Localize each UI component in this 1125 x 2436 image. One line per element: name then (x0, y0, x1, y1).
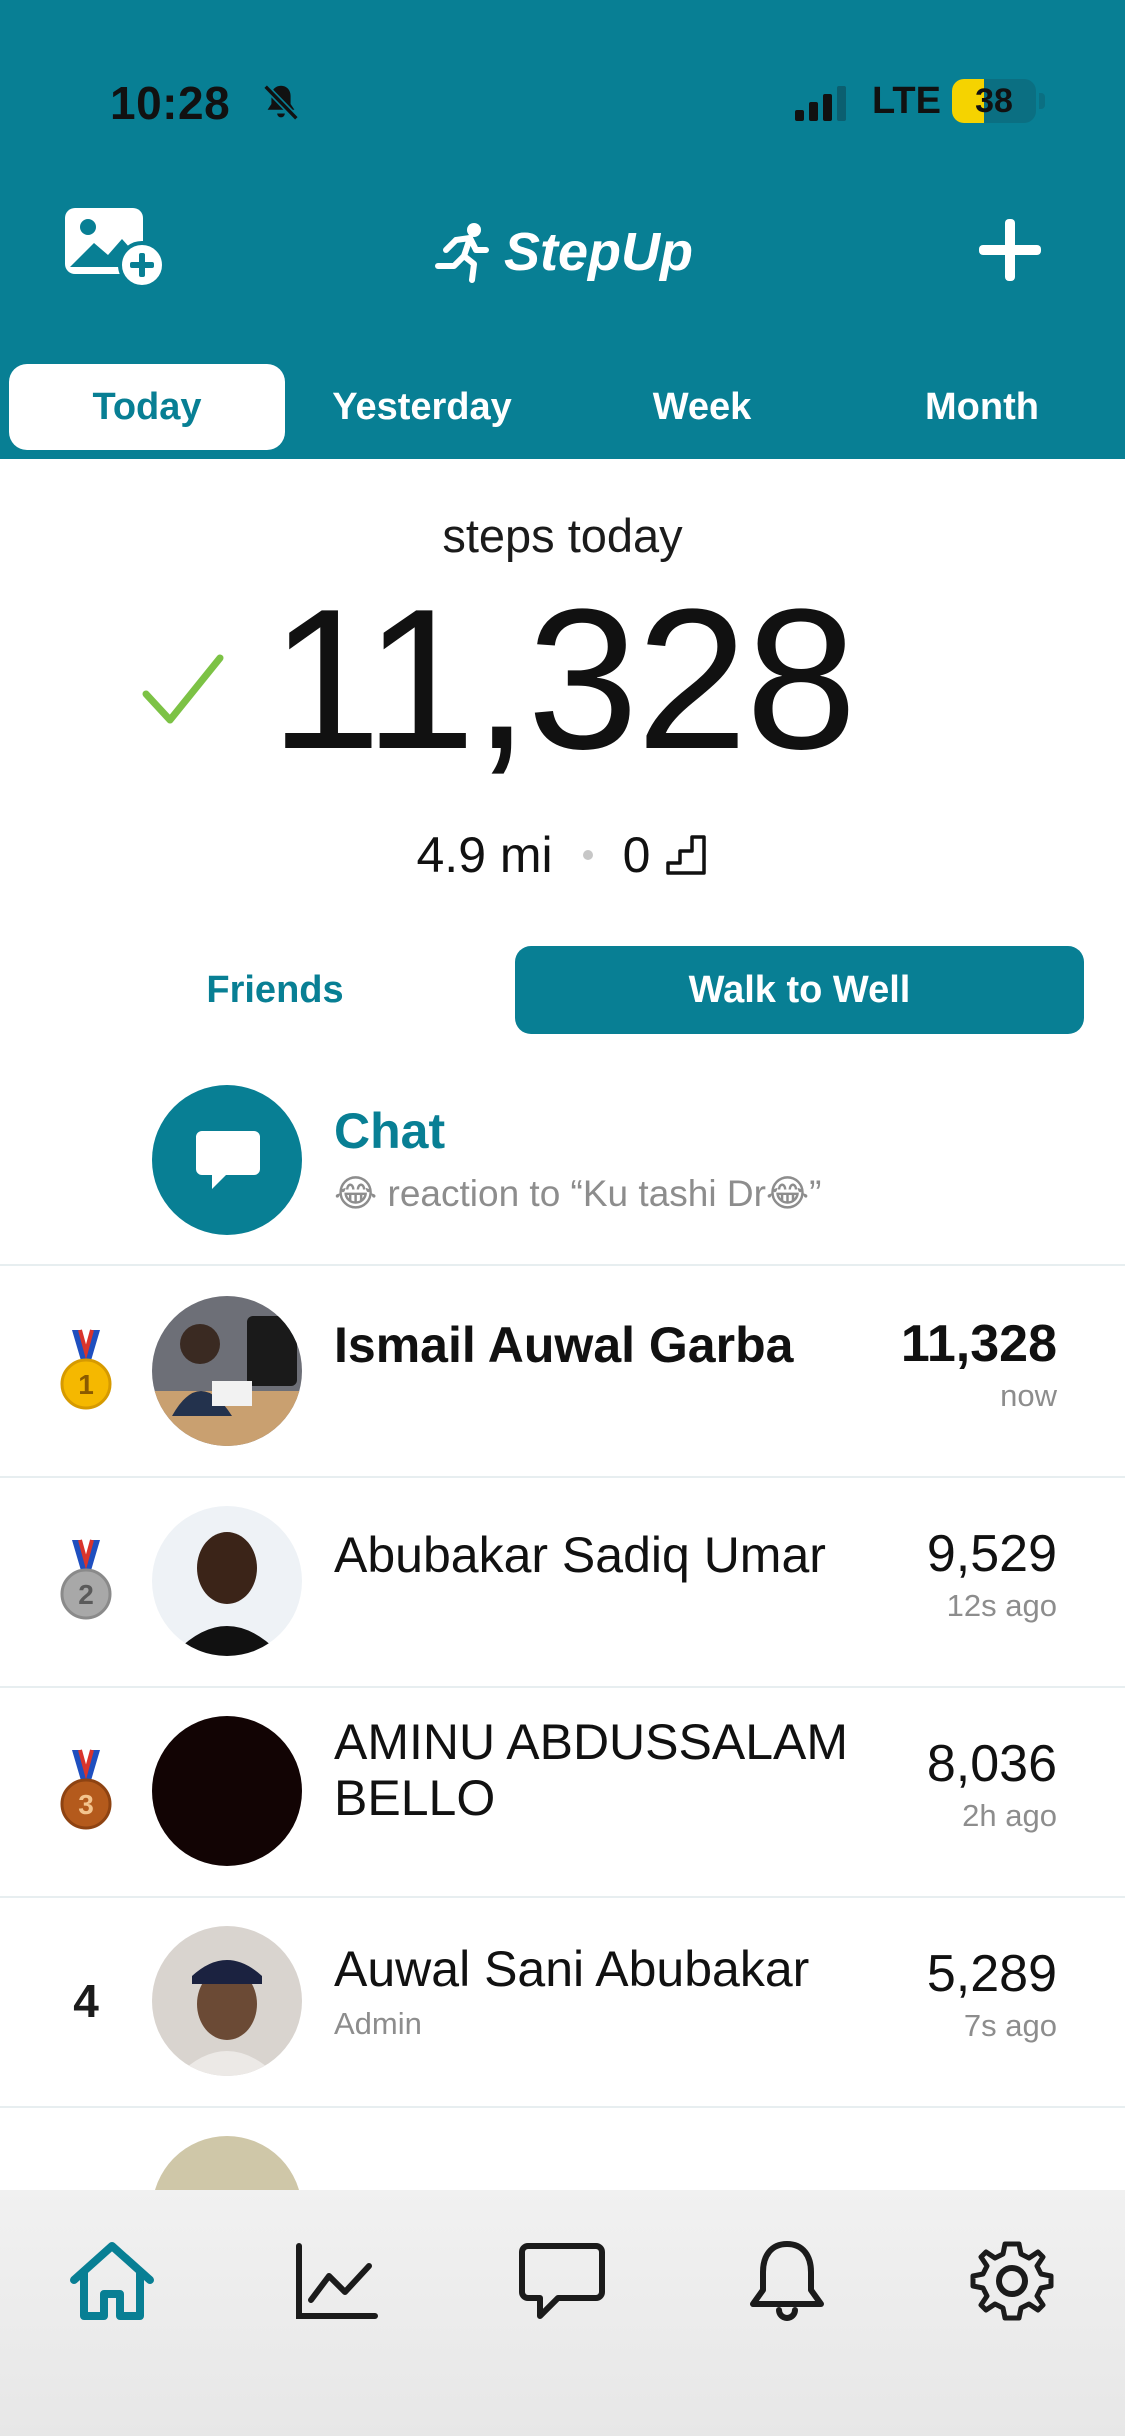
member-steps: 8,036 (926, 1735, 1057, 1793)
tab-month[interactable]: Month (842, 364, 1122, 450)
step-stats: 4.9 mi 0 (0, 826, 1125, 884)
leaderboard-row[interactable]: 4 Auwal Sani Abubakar Admin 5,289 7s ago (0, 1896, 1125, 2108)
tab-yesterday[interactable]: Yesterday (282, 364, 562, 450)
member-role: Admin (334, 2006, 422, 2041)
status-time: 10:28 (110, 77, 231, 129)
bell-icon[interactable] (739, 2236, 835, 2326)
app-brand: StepUp (430, 212, 693, 292)
app-header: 10:28 LTE 38 StepUp Today Yesterday Week… (0, 0, 1125, 459)
member-steps: 5,289 (926, 1945, 1057, 2003)
tab-today[interactable]: Today (9, 364, 285, 450)
chat-row[interactable]: Chat 😂 reaction to “Ku tashi Dr😂” (0, 1080, 1125, 1266)
tab-week[interactable]: Week (562, 364, 842, 450)
segment-walk-to-well[interactable]: Walk to Well (515, 946, 1084, 1034)
step-count: 11,328 (270, 568, 857, 791)
signal-icon (795, 86, 846, 121)
bell-muted-icon (263, 84, 299, 121)
bronze-medal-icon: 3 (60, 1749, 112, 1830)
svg-text:1: 1 (78, 1369, 94, 1400)
chart-icon[interactable] (289, 2236, 385, 2326)
member-updated: 2h ago (962, 1798, 1057, 1833)
runner-icon (435, 223, 489, 283)
stairs-icon (666, 835, 707, 875)
gold-medal-icon: 1 (60, 1329, 112, 1410)
chat-icon[interactable] (514, 2236, 610, 2326)
period-tabs: Today Yesterday Week Month (0, 364, 1125, 454)
member-name: Ismail Auwal Garba (334, 1317, 794, 1373)
member-name: Abubakar Sadiq Umar (334, 1527, 826, 1583)
leaderboard-row[interactable]: 1 Ismail Auwal Garba 11,328 now (0, 1266, 1125, 1478)
chat-avatar (152, 1085, 302, 1235)
member-steps: 11,328 (900, 1315, 1057, 1373)
member-steps: 9,529 (926, 1525, 1057, 1583)
member-updated: now (1000, 1378, 1057, 1413)
avatar (152, 1716, 302, 1866)
svg-text:2: 2 (78, 1579, 94, 1610)
chat-title: Chat (334, 1103, 446, 1159)
svg-text:3: 3 (78, 1789, 94, 1820)
segment-friends[interactable]: Friends (10, 946, 540, 1034)
avatar (152, 1506, 302, 1656)
avatar (152, 1926, 302, 2076)
battery-tip (1039, 93, 1045, 109)
chat-preview: 😂 reaction to “Ku tashi Dr😂” (334, 1173, 822, 1214)
add-photo-icon[interactable] (62, 205, 168, 289)
member-updated: 7s ago (963, 2008, 1057, 2043)
network-label: LTE (872, 80, 941, 122)
battery-percent: 38 (975, 82, 1013, 120)
member-name: Auwal Sani Abubakar (334, 1941, 810, 1997)
battery-indicator: 38 (952, 79, 1036, 123)
distance-value: 4.9 mi (416, 827, 553, 883)
member-name: AMINU ABDUSSALAM BELLO (334, 1714, 849, 1826)
separator-dot (582, 850, 593, 860)
avatar (152, 1296, 302, 1446)
leaderboard-row[interactable]: 3 AMINU ABDUSSALAM BELLO 8,036 2h ago (0, 1686, 1125, 1898)
app-title: StepUp (504, 222, 693, 282)
floors-value: 0 (622, 827, 651, 883)
plus-icon[interactable] (975, 215, 1045, 285)
goal-check-icon (142, 654, 224, 724)
member-updated: 12s ago (946, 1588, 1057, 1623)
gear-icon[interactable] (964, 2236, 1060, 2326)
steps-subtitle: steps today (442, 509, 683, 562)
chat-bubble-icon (196, 1131, 260, 1189)
silver-medal-icon: 2 (60, 1539, 112, 1620)
leaderboard-row[interactable]: 2 Abubakar Sadiq Umar 9,529 12s ago (0, 1476, 1125, 1688)
bottom-navigation (0, 2190, 1125, 2436)
member-rank: 4 (73, 1975, 99, 2027)
home-icon[interactable] (64, 2236, 160, 2326)
